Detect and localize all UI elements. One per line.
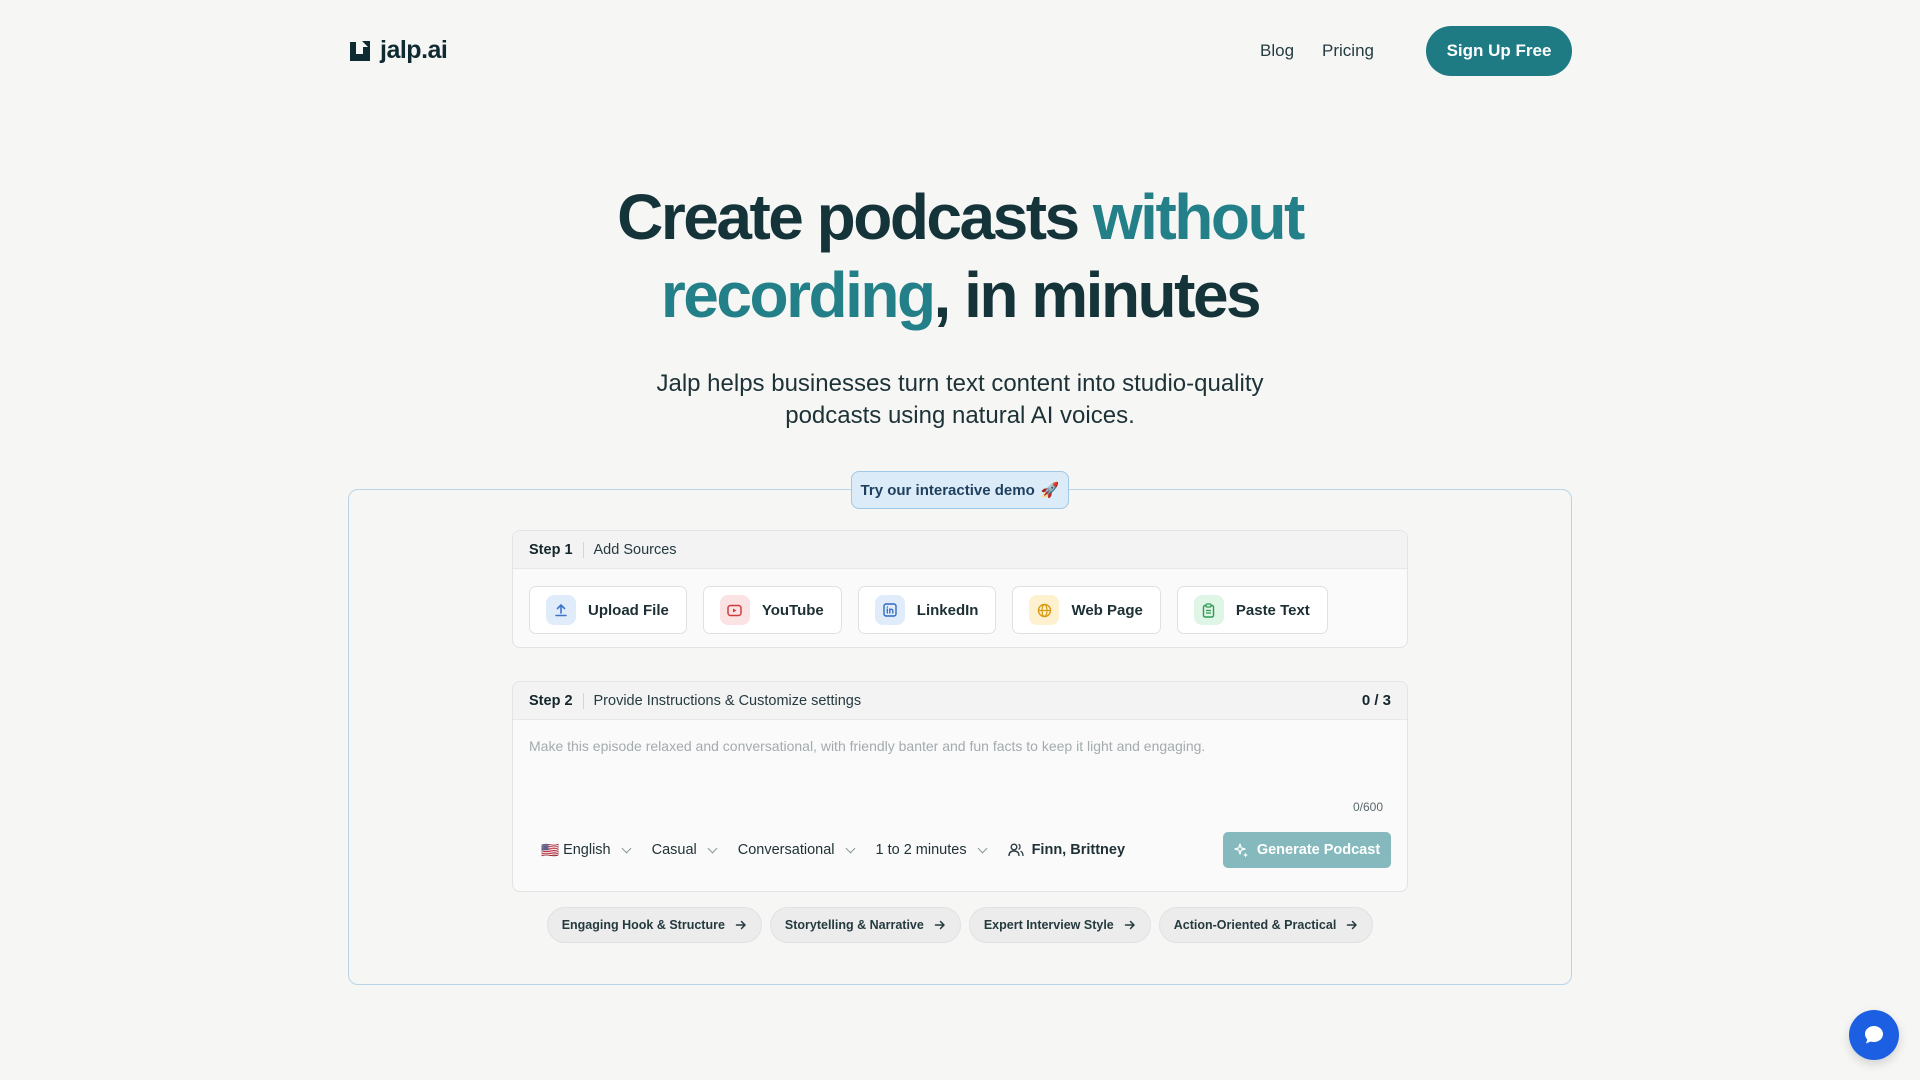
- tone-label: Casual: [651, 842, 697, 858]
- step2-header: Step 2 Provide Instructions & Customize …: [513, 682, 1407, 720]
- step2-number: Step 2: [529, 692, 573, 709]
- clipboard-icon: [1193, 595, 1224, 625]
- youtube-label: YouTube: [761, 601, 824, 619]
- prompt-label: Action-Oriented & Practical: [1173, 918, 1337, 932]
- length-label: 1 to 2 minutes: [875, 842, 967, 858]
- sparkle-icon: [1234, 842, 1248, 857]
- chat-bubble-icon: [1865, 1026, 1883, 1044]
- web-page-label: Web Page: [1071, 601, 1143, 619]
- step1-title: Add Sources: [593, 541, 677, 558]
- instructions-input[interactable]: Make this episode relaxed and conversati…: [513, 720, 1407, 800]
- nav-blog-link[interactable]: Blog: [1260, 41, 1294, 61]
- length-select[interactable]: 1 to 2 minutes: [875, 842, 988, 858]
- prompt-suggestions: Engaging Hook & Structure Storytelling &…: [0, 907, 1920, 943]
- source-buttons: Upload File YouTube LinkedIn Web Page Pa…: [513, 569, 1407, 651]
- arrow-right-icon: [934, 920, 945, 930]
- upload-file-label: Upload File: [588, 601, 669, 619]
- divider: [582, 692, 584, 709]
- brand-name: jalp.ai: [380, 36, 448, 64]
- style-label: Conversational: [737, 842, 835, 858]
- interactive-demo-button[interactable]: Try our interactive demo 🚀: [851, 471, 1069, 509]
- hero-title-part1: Create podcasts: [617, 181, 1093, 253]
- users-icon: [1007, 843, 1024, 857]
- prompt-label: Storytelling & Narrative: [784, 918, 924, 932]
- brand-logo[interactable]: jalp.ai: [348, 36, 448, 65]
- arrow-right-icon: [1124, 920, 1135, 930]
- voices-label: Finn, Brittney: [1031, 842, 1126, 858]
- paste-text-button[interactable]: Paste Text: [1176, 586, 1328, 634]
- hero-title-accent-1: without: [1092, 181, 1305, 253]
- step2-panel: Step 2 Provide Instructions & Customize …: [512, 681, 1408, 892]
- web-page-button[interactable]: Web Page: [1012, 586, 1161, 634]
- generate-label: Generate Podcast: [1256, 842, 1381, 858]
- upload-file-button[interactable]: Upload File: [529, 586, 687, 634]
- top-nav: Blog Pricing Sign Up Free: [1260, 26, 1572, 76]
- sources-count: 0 / 3: [1361, 692, 1391, 709]
- arrow-right-icon: [1347, 920, 1358, 930]
- chevron-down-icon: [621, 843, 632, 853]
- prompt-chip[interactable]: Engaging Hook & Structure: [546, 907, 762, 943]
- step1-number: Step 1: [529, 541, 573, 558]
- chevron-down-icon: [977, 843, 988, 853]
- language-select[interactable]: 🇺🇸 English: [541, 842, 632, 859]
- youtube-button[interactable]: YouTube: [702, 586, 842, 634]
- signup-button[interactable]: Sign Up Free: [1426, 26, 1572, 76]
- linkedin-icon: [874, 595, 905, 625]
- rocket-icon: 🚀: [1040, 482, 1060, 499]
- step1-panel: Step 1 Add Sources Upload File YouTube L…: [512, 530, 1408, 648]
- language-label: English: [563, 842, 611, 858]
- prompt-label: Expert Interview Style: [983, 918, 1114, 932]
- char-count: 0/600: [1352, 800, 1383, 814]
- tone-select[interactable]: Casual: [651, 842, 718, 858]
- linkedin-label: LinkedIn: [916, 601, 979, 619]
- globe-icon: [1029, 595, 1060, 625]
- linkedin-button[interactable]: LinkedIn: [857, 586, 997, 634]
- hero-title-accent-2: recording: [660, 259, 936, 331]
- generate-podcast-button[interactable]: Generate Podcast: [1223, 832, 1391, 868]
- chevron-down-icon: [707, 843, 718, 853]
- logo-icon: [350, 40, 370, 61]
- hero-subtitle: Jalp helps businesses turn text content …: [656, 370, 1264, 429]
- prompt-chip[interactable]: Expert Interview Style: [968, 907, 1151, 943]
- hero-title: Create podcasts without recording, in mi…: [0, 178, 1920, 334]
- hero-title-part2: , in minutes: [933, 259, 1262, 331]
- settings-row: 🇺🇸 English Casual Conversational 1 to 2 …: [513, 832, 1407, 868]
- prompt-chip[interactable]: Storytelling & Narrative: [769, 907, 961, 943]
- paste-text-label: Paste Text: [1235, 601, 1310, 619]
- prompt-label: Engaging Hook & Structure: [561, 918, 725, 932]
- step1-header: Step 1 Add Sources: [513, 531, 1407, 569]
- hero-section: Create podcasts without recording, in mi…: [0, 178, 1920, 432]
- arrow-right-icon: [735, 920, 746, 930]
- step2-title: Provide Instructions & Customize setting…: [593, 692, 862, 709]
- chevron-down-icon: [845, 843, 855, 853]
- demo-label: Try our interactive demo: [860, 481, 1035, 499]
- upload-icon: [546, 595, 576, 625]
- divider: [582, 541, 584, 558]
- style-select[interactable]: Conversational: [737, 842, 855, 858]
- nav-pricing-link[interactable]: Pricing: [1322, 41, 1374, 61]
- voices-select[interactable]: Finn, Brittney: [1007, 842, 1126, 858]
- prompt-chip[interactable]: Action-Oriented & Practical: [1158, 907, 1374, 943]
- chat-launcher-button[interactable]: [1849, 1010, 1899, 1060]
- youtube-icon: [719, 595, 750, 625]
- us-flag-icon: 🇺🇸: [541, 842, 560, 859]
